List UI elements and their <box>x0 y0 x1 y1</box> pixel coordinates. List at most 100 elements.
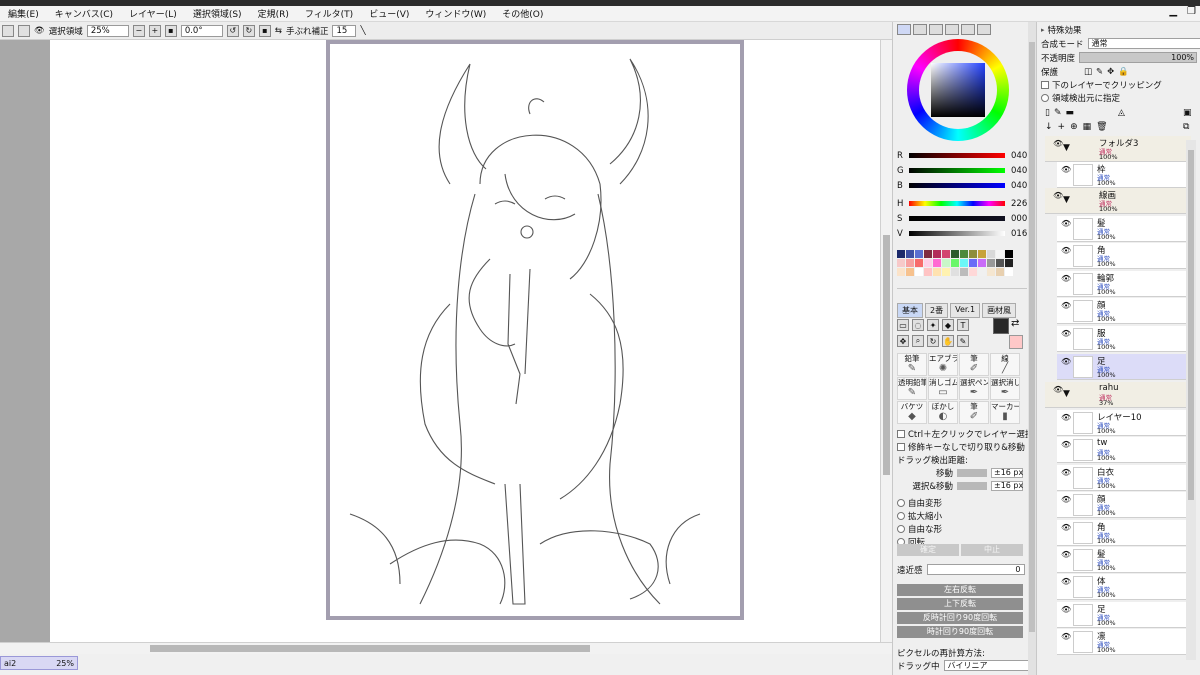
color-slider[interactable] <box>909 231 1005 236</box>
slider-value[interactable]: 040 <box>1011 151 1027 161</box>
select-rect-icon[interactable]: ▭ <box>897 319 909 331</box>
color-swatch[interactable] <box>933 259 941 267</box>
visibility-eye-icon[interactable]: 👁 <box>1061 605 1071 614</box>
color-swatch[interactable] <box>978 250 986 258</box>
ctrl-click-checkbox[interactable]: Ctrl＋左クリックでレイヤー選択 <box>897 427 1033 440</box>
color-slider[interactable] <box>909 201 1005 206</box>
lock-transparency-icon[interactable]: ◫ <box>1084 67 1092 77</box>
transform-radio[interactable]: 自由な形 <box>897 522 942 535</box>
blend-mode-select[interactable]: 通常 <box>1087 38 1200 49</box>
color-swatch[interactable] <box>996 268 1004 276</box>
minimize-icon[interactable]: ▁ <box>1169 6 1177 17</box>
visibility-eye-icon[interactable]: 👁 <box>1061 357 1071 366</box>
menu-item[interactable]: レイヤー(L) <box>121 7 185 20</box>
layer-item[interactable]: 👁 足通常 100% <box>1057 354 1191 380</box>
sub-color-chip[interactable] <box>1009 335 1023 349</box>
color-swatch[interactable] <box>1005 259 1013 267</box>
flip-icon[interactable]: ⇆ <box>275 26 282 36</box>
visibility-eye-icon[interactable]: 👁 <box>1061 577 1071 586</box>
visibility-eye-icon[interactable]: 👁 <box>1061 246 1071 255</box>
artwork-canvas[interactable] <box>326 40 744 620</box>
color-swatch[interactable] <box>897 268 905 276</box>
canvas-horizontal-scrollbar[interactable] <box>0 642 892 654</box>
move-distance-slider[interactable] <box>957 468 987 477</box>
slider-value[interactable]: 226 <box>1011 199 1027 209</box>
layer-item[interactable]: 👁 白衣 通常 100% <box>1057 465 1191 491</box>
select-move-distance-value[interactable]: ±16 px <box>991 480 1023 491</box>
color-swatch[interactable] <box>960 268 968 276</box>
layer-item[interactable]: 👁 レイヤー10 通常 100% <box>1057 410 1191 436</box>
color-swatch[interactable] <box>960 259 968 267</box>
color-wheel[interactable] <box>907 39 1009 141</box>
tool-set-tab[interactable]: 2番 <box>925 303 949 318</box>
text-tool-icon[interactable]: T <box>957 319 969 331</box>
color-swatch[interactable] <box>933 268 941 276</box>
scroll-thumb[interactable] <box>1029 42 1035 632</box>
brush-tool[interactable]: 鉛筆 ✎ <box>897 353 927 376</box>
layer-item[interactable]: 👁 体通常 100% <box>1057 574 1191 600</box>
tool-set-tab[interactable]: 画材風 <box>982 303 1017 318</box>
visibility-eye-icon[interactable]: 👁 <box>1061 495 1071 504</box>
color-swatch[interactable] <box>987 259 995 267</box>
layer-item[interactable]: 👁 輪郭 通常 100% <box>1057 271 1191 297</box>
selection-source-checkbox[interactable]: 領域検出元に指定 <box>1041 91 1162 104</box>
color-swatch[interactable] <box>1005 268 1013 276</box>
scroll-thumb[interactable] <box>1188 150 1194 500</box>
brush-tool[interactable]: 選択ペン ✒ <box>959 377 989 400</box>
layer-item[interactable]: 👁 ▼ フォルダ3 通常 100% <box>1045 136 1191 162</box>
toolbar-blank-button-2[interactable] <box>18 24 30 37</box>
eyedropper-icon[interactable]: ✎ <box>957 335 969 347</box>
brush-tool[interactable]: 筆 ✐ <box>959 353 989 376</box>
cancel-button[interactable]: 中止 <box>961 544 1023 556</box>
visibility-eye-icon[interactable]: 👁 <box>1061 523 1071 532</box>
layer-item[interactable]: 👁 足通常 100% <box>1057 602 1191 628</box>
swap-colors-icon[interactable]: ⇄ <box>1011 318 1019 329</box>
layer-item[interactable]: 👁 凛通常 100% <box>1057 629 1191 655</box>
menu-item[interactable]: その他(O) <box>494 7 551 20</box>
layer-item[interactable]: 👁 顔通常 100% <box>1057 492 1191 518</box>
opacity-slider[interactable]: 100% <box>1079 52 1198 63</box>
brush-tool[interactable]: バケツ ◆ <box>897 401 927 424</box>
lock-paint-icon[interactable]: ✎ <box>1096 67 1103 77</box>
layer-item[interactable]: 👁 ▼ 線画 通常 100% <box>1045 188 1191 214</box>
color-swatch[interactable] <box>924 268 932 276</box>
menu-item[interactable]: 編集(E) <box>0 7 47 20</box>
swatch-tab[interactable] <box>961 24 975 35</box>
brush-tool[interactable]: 線 ╱ <box>990 353 1020 376</box>
color-swatch[interactable] <box>987 250 995 258</box>
hand-icon[interactable]: ✋ <box>942 335 954 347</box>
special-effects-row[interactable]: ▸ 特殊効果 <box>1041 24 1082 36</box>
rotate-right-button[interactable]: ↻ <box>242 24 255 37</box>
color-slider[interactable] <box>909 216 1005 221</box>
color-swatch[interactable] <box>915 268 923 276</box>
menu-item[interactable]: 選択領域(S) <box>185 7 250 20</box>
layer-item[interactable]: 👁 角通常 100% <box>1057 520 1191 546</box>
tool-set-tab[interactable]: Ver.1 <box>950 303 981 318</box>
color-swatch[interactable] <box>942 268 950 276</box>
transform-button[interactable]: 上下反転 <box>897 598 1023 610</box>
perspective-input[interactable]: 0 <box>926 564 1025 575</box>
color-swatch[interactable] <box>915 250 923 258</box>
slider-value[interactable]: 000 <box>1011 214 1027 224</box>
slider-value[interactable]: 040 <box>1011 166 1027 176</box>
magic-wand-icon[interactable]: ✦ <box>927 319 939 331</box>
color-swatch[interactable] <box>924 250 932 258</box>
lasso-icon[interactable]: ◌ <box>912 319 924 331</box>
color-swatch[interactable] <box>978 268 986 276</box>
menu-item[interactable]: キャンバス(C) <box>47 7 121 20</box>
palette-tab[interactable] <box>945 24 959 35</box>
visibility-eye-icon[interactable]: 👁 <box>1053 191 1063 200</box>
scratch-tab[interactable] <box>977 24 991 35</box>
visibility-eye-icon[interactable]: 👁 <box>1061 413 1071 422</box>
color-swatch[interactable] <box>942 259 950 267</box>
color-slider[interactable] <box>909 168 1005 173</box>
transform-button[interactable]: 時計回り90度回転 <box>897 626 1023 638</box>
color-swatch[interactable] <box>960 250 968 258</box>
visibility-eye-icon[interactable]: 👁 <box>1061 632 1071 641</box>
rotate-reset-button[interactable]: ▪ <box>258 24 271 37</box>
layer-item[interactable]: 👁 ▼ rahu 通常 37% <box>1045 382 1191 408</box>
color-swatch[interactable] <box>924 259 932 267</box>
layer-copy-icon[interactable]: ⧉ <box>1183 122 1189 132</box>
color-swatch[interactable] <box>906 259 914 267</box>
move-distance-value[interactable]: ±16 px <box>991 467 1023 478</box>
